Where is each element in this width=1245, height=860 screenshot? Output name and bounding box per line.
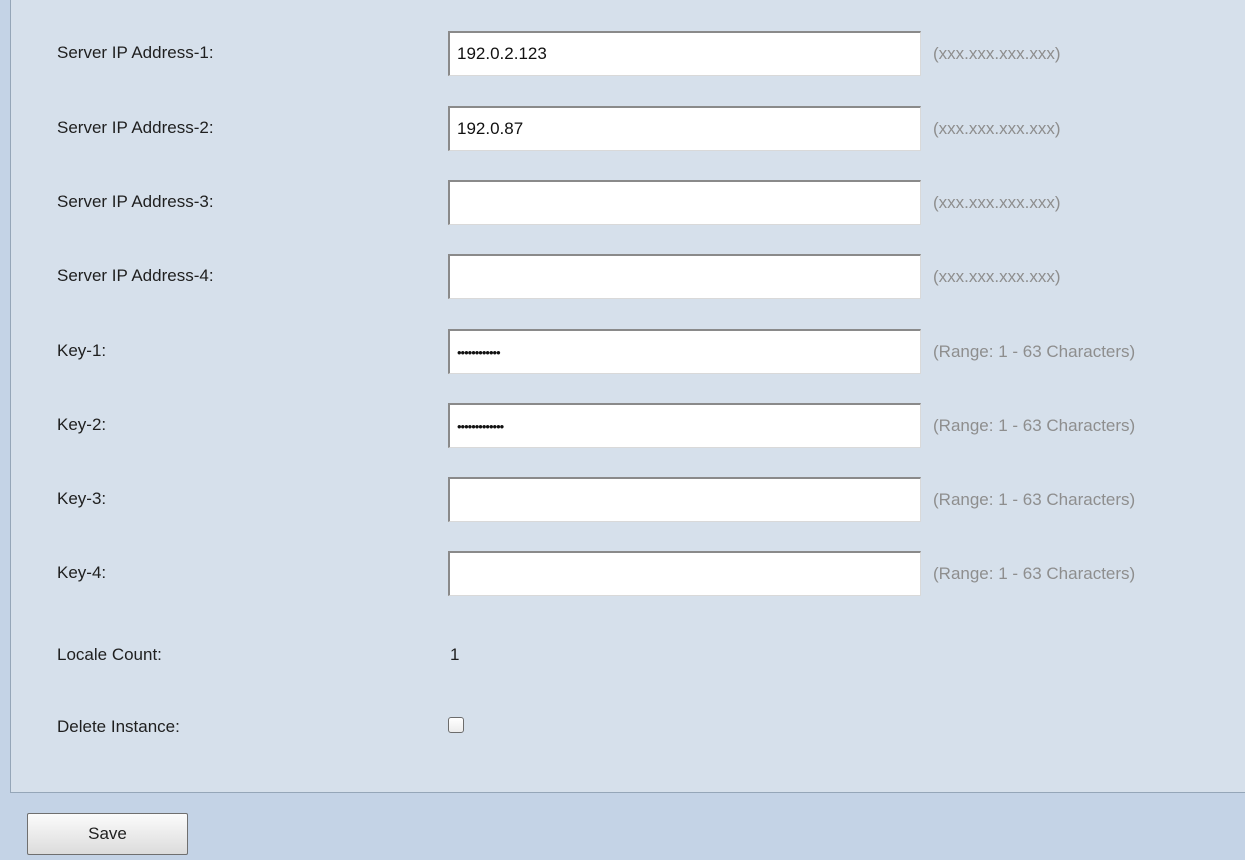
delete-instance-label: Delete Instance:	[57, 717, 180, 736]
server-ip-4-label: Server IP Address-4:	[57, 266, 214, 285]
key-2-hint: (Range: 1 - 63 Characters)	[933, 416, 1136, 435]
key-1-input[interactable]	[448, 329, 921, 374]
server-ip-2-label: Server IP Address-2:	[57, 118, 214, 137]
server-ip-1-input[interactable]	[448, 31, 921, 76]
key-2-input[interactable]	[448, 403, 921, 448]
key-3-label: Key-3:	[57, 489, 107, 508]
key-4-input[interactable]	[448, 551, 921, 596]
locale-count-label: Locale Count:	[57, 645, 162, 664]
server-ip-2-input[interactable]	[448, 106, 921, 151]
server-ip-2-row: Server IP Address-2: (xxx.xxx.xxx.xxx)	[11, 106, 1245, 156]
key-2-row: Key-2: (Range: 1 - 63 Characters)	[11, 403, 1245, 453]
key-1-hint: (Range: 1 - 63 Characters)	[933, 342, 1136, 361]
key-4-row: Key-4: (Range: 1 - 63 Characters)	[11, 551, 1245, 601]
key-3-hint: (Range: 1 - 63 Characters)	[933, 490, 1136, 509]
key-1-label: Key-1:	[57, 341, 107, 360]
settings-panel: Server IP Address-1: (xxx.xxx.xxx.xxx) S…	[10, 0, 1245, 793]
server-ip-4-row: Server IP Address-4: (xxx.xxx.xxx.xxx)	[11, 254, 1245, 304]
server-ip-3-input[interactable]	[448, 180, 921, 225]
server-ip-2-hint: (xxx.xxx.xxx.xxx)	[933, 119, 1061, 138]
save-button[interactable]: Save	[27, 813, 188, 855]
server-ip-3-label: Server IP Address-3:	[57, 192, 214, 211]
key-3-row: Key-3: (Range: 1 - 63 Characters)	[11, 477, 1245, 527]
key-3-input[interactable]	[448, 477, 921, 522]
server-ip-3-hint: (xxx.xxx.xxx.xxx)	[933, 193, 1061, 212]
locale-count-value: 1	[450, 645, 460, 664]
server-ip-4-input[interactable]	[448, 254, 921, 299]
key-2-label: Key-2:	[57, 415, 107, 434]
server-ip-4-hint: (xxx.xxx.xxx.xxx)	[933, 267, 1061, 286]
key-1-row: Key-1: (Range: 1 - 63 Characters)	[11, 329, 1245, 379]
server-ip-1-label: Server IP Address-1:	[57, 43, 214, 62]
server-ip-3-row: Server IP Address-3: (xxx.xxx.xxx.xxx)	[11, 180, 1245, 230]
key-4-hint: (Range: 1 - 63 Characters)	[933, 564, 1136, 583]
server-ip-1-row: Server IP Address-1: (xxx.xxx.xxx.xxx)	[11, 31, 1245, 81]
server-ip-1-hint: (xxx.xxx.xxx.xxx)	[933, 44, 1061, 63]
locale-count-row: Locale Count: 1	[11, 633, 1245, 683]
delete-instance-row: Delete Instance:	[11, 705, 1245, 755]
key-4-label: Key-4:	[57, 563, 107, 582]
delete-instance-checkbox[interactable]	[448, 717, 464, 733]
